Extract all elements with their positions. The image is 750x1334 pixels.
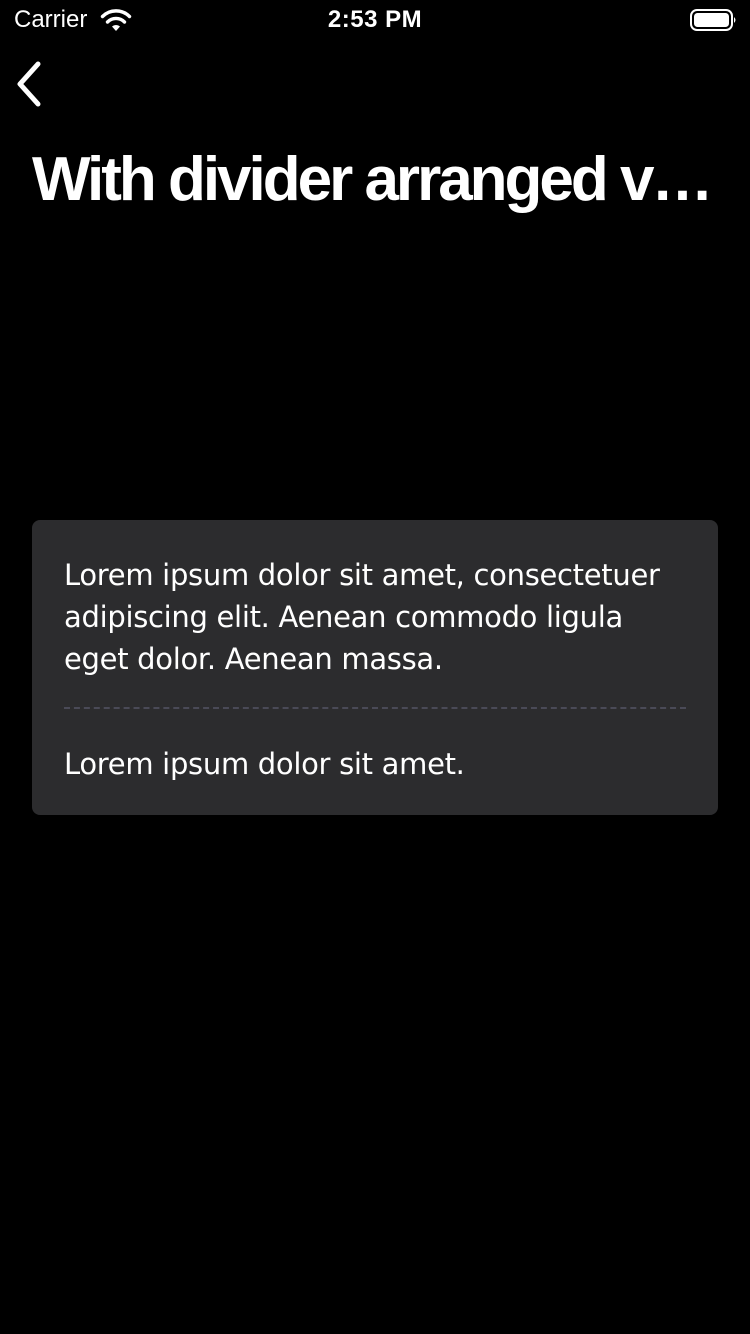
page-title: With divider arranged ve...: [32, 145, 722, 214]
status-time: 2:53 PM: [327, 6, 423, 33]
status-bar: Carrier 2:53 PM: [0, 0, 750, 40]
list-item: Lorem ipsum dolor sit amet.: [64, 747, 465, 781]
battery-icon: [690, 8, 738, 32]
back-button[interactable]: [8, 54, 52, 114]
list-item: Lorem ipsum dolor sit amet, consectetuer…: [64, 558, 660, 676]
dashed-divider: [64, 707, 686, 709]
chevron-left-icon: [8, 61, 52, 118]
navigation-bar: [0, 40, 750, 128]
list-card: Lorem ipsum dolor sit amet, consectetuer…: [32, 520, 718, 815]
